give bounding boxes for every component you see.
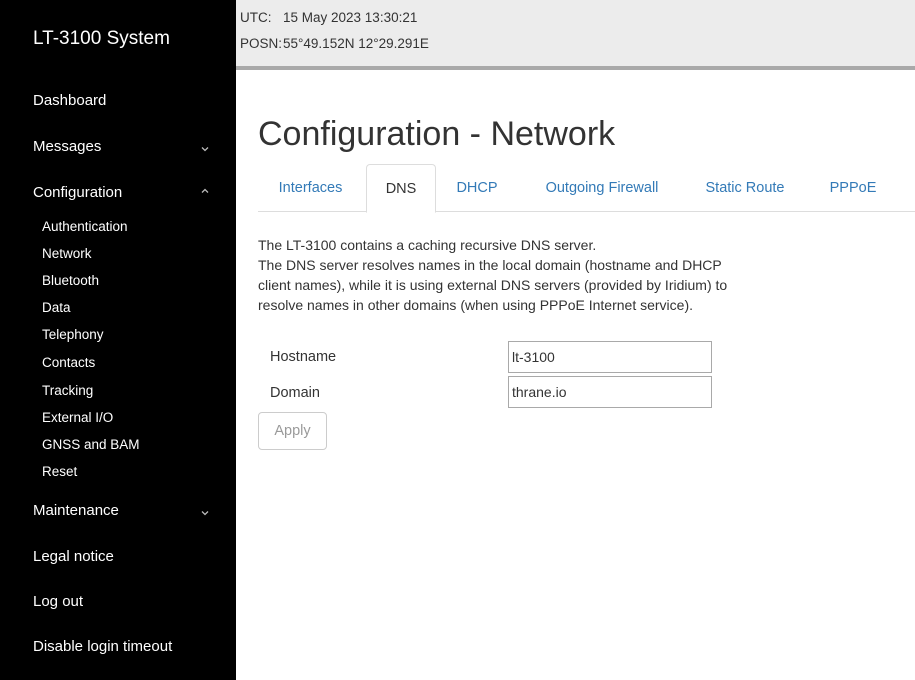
hostname-input[interactable] [508,341,712,373]
posn-label: POSN: [240,36,283,51]
utc-status: UTC: 15 May 2023 13:30:21 [240,10,417,25]
description-line: The DNS server resolves names in the loc… [258,257,722,273]
tab-interfaces[interactable]: Interfaces [258,164,363,210]
sidebar-subitem-bluetooth[interactable]: Bluetooth [42,273,99,288]
tab-pppoe[interactable]: PPPoE [814,164,892,210]
posn-value: 55°49.152N 12°29.291E [283,36,429,51]
tab-bar: Interfaces DNS DHCP Outgoing Firewall St… [258,164,915,213]
sidebar-subitem-network[interactable]: Network [42,246,92,261]
sidebar-subitem-authentication[interactable]: Authentication [42,219,128,234]
hostname-label: Hostname [270,349,337,365]
position-status: POSN:55°49.152N 12°29.291E [240,36,429,51]
sidebar-subitem-data[interactable]: Data [42,300,71,315]
chevron-up-icon[interactable] [200,186,210,196]
sidebar-item-configuration[interactable]: Configuration [33,184,122,201]
domain-input[interactable] [508,376,712,408]
sidebar-item-messages[interactable]: Messages [33,138,101,155]
chevron-down-icon[interactable] [200,144,210,154]
tab-dhcp[interactable]: DHCP [442,164,512,210]
description-line: client names), while it is using externa… [258,277,728,293]
app-title: LT-3100 System [33,28,170,49]
utc-value: 15 May 2023 13:30:21 [283,10,418,25]
apply-button[interactable]: Apply [258,412,327,450]
tab-dns[interactable]: DNS [366,164,436,213]
chevron-down-icon[interactable] [200,508,210,518]
sidebar-item-legal-notice[interactable]: Legal notice [33,548,114,565]
tab-static-route[interactable]: Static Route [690,164,800,210]
sidebar-item-disable-login-timeout[interactable]: Disable login timeout [33,638,172,655]
sidebar-subitem-reset[interactable]: Reset [42,464,77,479]
sidebar-subitem-telephony[interactable]: Telephony [42,327,104,342]
description-line: resolve names in other domains (when usi… [258,297,693,313]
sidebar-item-log-out[interactable]: Log out [33,593,83,610]
sidebar-subitem-external-io[interactable]: External I/O [42,410,113,425]
description-line: The LT-3100 contains a caching recursive… [258,237,597,253]
sidebar-item-dashboard[interactable]: Dashboard [33,92,106,109]
page-title: Configuration - Network [258,115,616,153]
sidebar-subitem-gnss-bam[interactable]: GNSS and BAM [42,437,140,452]
domain-label: Domain [270,385,320,401]
tab-outgoing-firewall[interactable]: Outgoing Firewall [526,164,678,210]
utc-label: UTC: [240,10,272,25]
sidebar-item-maintenance[interactable]: Maintenance [33,502,119,519]
sidebar: LT-3100 System Dashboard Messages Config… [0,0,236,680]
sidebar-subitem-contacts[interactable]: Contacts [42,355,95,370]
sidebar-subitem-tracking[interactable]: Tracking [42,383,93,398]
status-bar: UTC: 15 May 2023 13:30:21 POSN:55°49.152N… [236,0,915,70]
dns-description: The LT-3100 contains a caching recursive… [258,235,818,315]
